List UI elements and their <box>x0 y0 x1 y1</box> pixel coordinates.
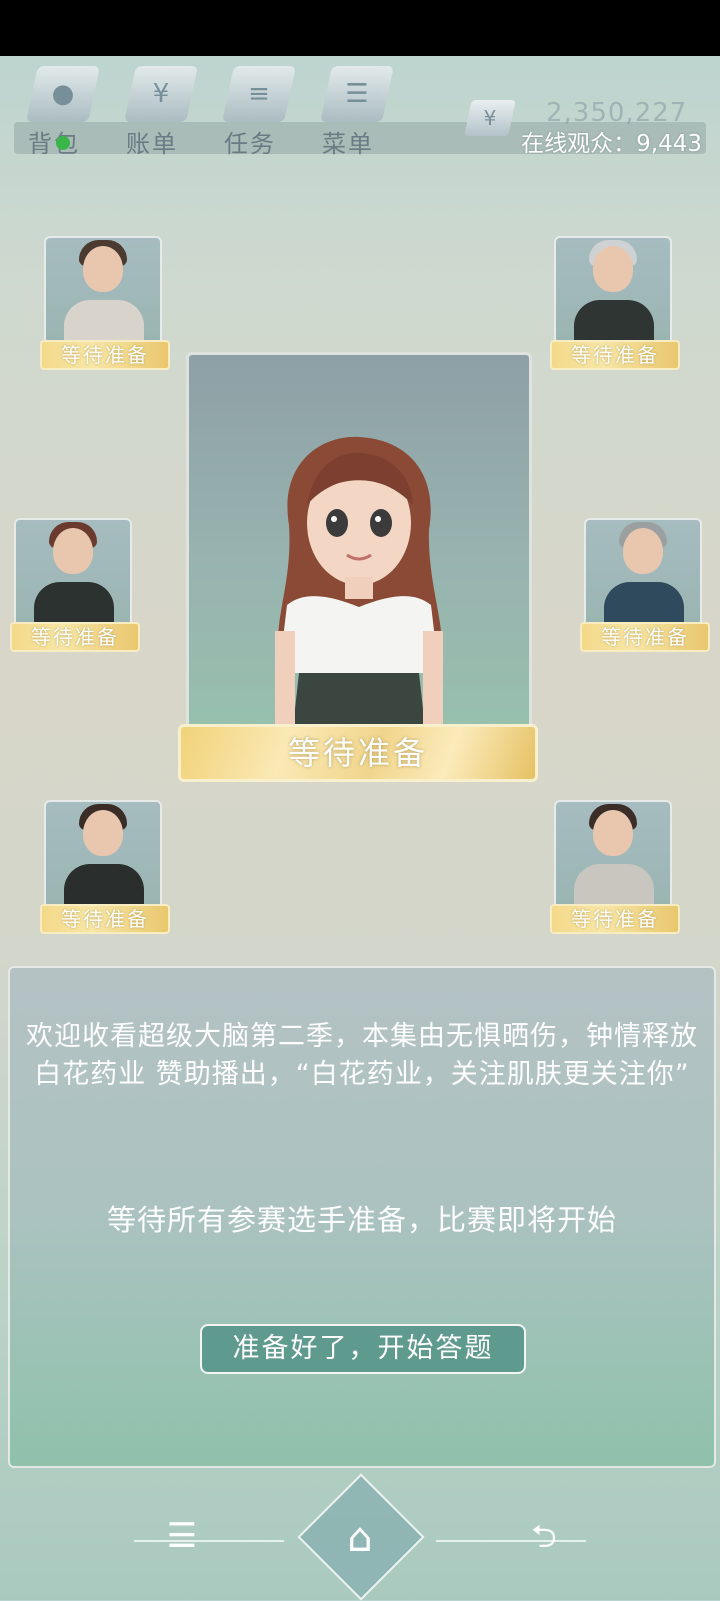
nav-menu-icon[interactable]: ☰ <box>162 1516 202 1556</box>
online-viewers: 在线观众：9,443 <box>521 131 702 157</box>
avatar-face <box>593 246 633 292</box>
main-player-portrait <box>186 352 532 730</box>
toolbar-menu-button[interactable]: ☰ 菜单 <box>312 60 402 158</box>
player-card-mid-left[interactable]: 等待准备 <box>10 518 140 652</box>
toolbar-backpack-label: 背包 <box>28 130 80 158</box>
backpack-icon: ● <box>26 66 100 122</box>
toolbar-bill-label: 账单 <box>126 130 178 158</box>
toolbar-bill-button[interactable]: ¥ 账单 <box>116 60 206 158</box>
task-icon: ≡ <box>222 66 296 122</box>
bottom-navigation: ☰ ⌂ ⮌ <box>0 1473 720 1601</box>
player-status-label: 等待准备 <box>10 622 140 652</box>
player-card-top-right[interactable]: 等待准备 <box>550 236 680 370</box>
avatar-face <box>623 528 663 574</box>
menu-icon: ☰ <box>320 66 394 122</box>
player-card-mid-right[interactable]: 等待准备 <box>580 518 710 652</box>
player-status-label: 等待准备 <box>40 904 170 934</box>
player-card-top-left[interactable]: 等待准备 <box>40 236 170 370</box>
avatar-face <box>83 246 123 292</box>
toolbar-menu-label: 菜单 <box>322 130 374 158</box>
waiting-message: 等待所有参赛选手准备，比赛即将开始 <box>106 1203 617 1237</box>
player-card-bottom-right[interactable]: 等待准备 <box>550 800 680 934</box>
announcement-dialog: 欢迎收看超级大脑第二季，本集由无惧晒伤，钟情释放 白花药业 赞助播出，“白花药业… <box>8 966 716 1468</box>
nav-divider-left <box>134 1540 284 1542</box>
player-card-bottom-left[interactable]: 等待准备 <box>40 800 170 934</box>
toolbar-task-label: 任务 <box>224 130 276 158</box>
player-status-label: 等待准备 <box>550 904 680 934</box>
toolbar-backpack-button[interactable]: ● 背包 <box>18 60 108 158</box>
player-status-label: 等待准备 <box>550 340 680 370</box>
ready-start-button[interactable]: 准备好了，开始答题 <box>200 1324 526 1374</box>
system-status-bar <box>0 0 720 56</box>
nav-back-icon[interactable]: ⮌ <box>522 1516 566 1556</box>
avatar-face <box>53 528 93 574</box>
main-player-card[interactable]: 等待准备 <box>178 352 538 784</box>
toolbar-task-button[interactable]: ≡ 任务 <box>214 60 304 158</box>
avatar-face <box>593 810 633 856</box>
main-player-status-label: 等待准备 <box>178 724 538 782</box>
home-icon[interactable]: ⌂ <box>328 1506 392 1570</box>
player-status-label: 等待准备 <box>40 340 170 370</box>
bill-icon: ¥ <box>124 66 198 122</box>
main-avatar-illustration <box>275 436 443 727</box>
player-status-label: 等待准备 <box>580 622 710 652</box>
avatar-face <box>83 810 123 856</box>
notification-badge <box>56 136 70 150</box>
money-icon: ¥ <box>464 100 516 136</box>
announcement-message: 欢迎收看超级大脑第二季，本集由无惧晒伤，钟情释放 白花药业 赞助播出，“白花药业… <box>26 1021 698 1090</box>
